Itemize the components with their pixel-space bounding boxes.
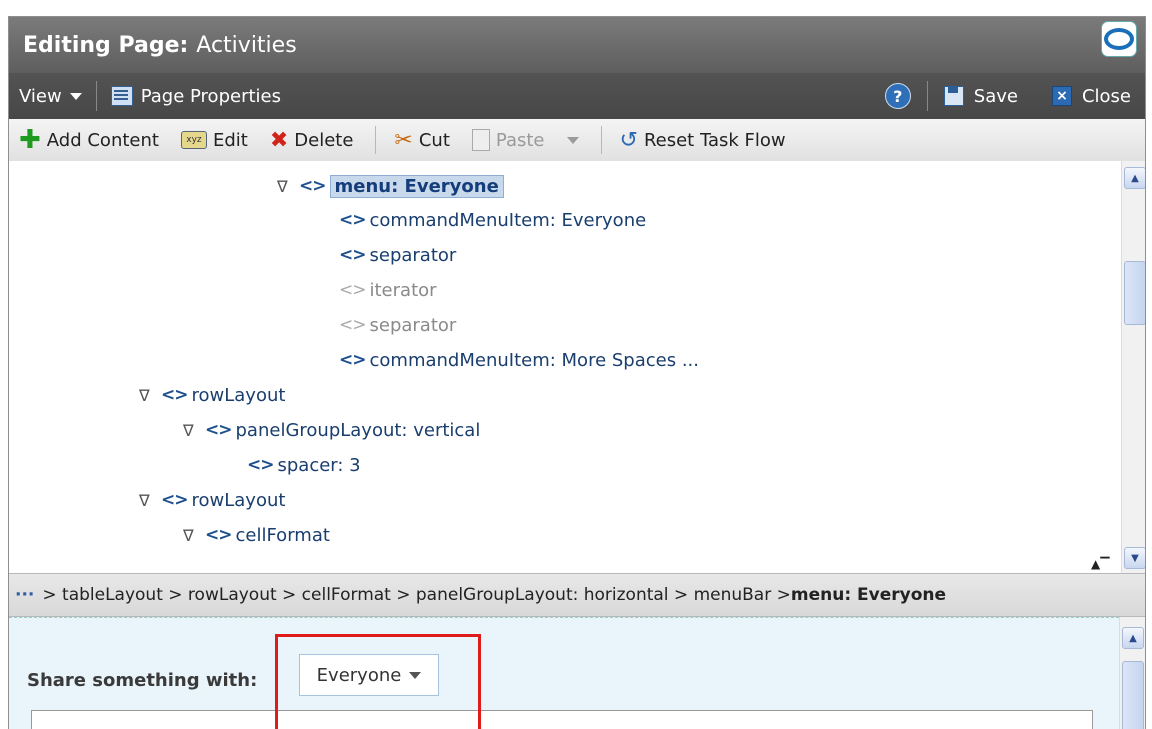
divider: [600, 126, 602, 154]
tree-node-label: iterator: [369, 279, 437, 301]
preview-pane: Share something with: Everyone: [9, 617, 1119, 729]
tree-node[interactable]: <> separator: [339, 308, 456, 342]
breadcrumb-current: menu: Everyone: [790, 585, 947, 605]
divider: [375, 126, 377, 154]
tree-node-label: commandMenuItem: Everyone: [369, 209, 647, 231]
scroll-down-icon[interactable]: ▼: [1124, 547, 1145, 569]
cut-label: Cut: [418, 129, 450, 151]
preview-scrollbar[interactable]: ▲: [1119, 617, 1145, 729]
tree-node[interactable]: ∇ <> rowLayout: [139, 483, 285, 517]
view-menu[interactable]: View: [9, 86, 82, 107]
tree-node[interactable]: <> iterator: [339, 273, 437, 307]
component-icon: <>: [161, 490, 188, 510]
component-icon: <>: [161, 385, 188, 405]
scroll-thumb[interactable]: [1122, 661, 1144, 729]
tree-node[interactable]: ∇ <> rowLayout: [139, 378, 285, 412]
title-prefix: Editing Page:: [23, 32, 189, 58]
tree-node-label: rowLayout: [191, 384, 286, 406]
tree-node[interactable]: ∇ <> panelGroupLayout: vertical: [183, 413, 480, 447]
component-icon: <>: [205, 525, 232, 545]
edit-label: Edit: [212, 129, 248, 151]
tree-node[interactable]: <> separator: [339, 238, 456, 272]
delete-button[interactable]: ✖ Delete: [270, 128, 354, 153]
editor-toolbar: ✚ Add Content xyz Edit ✖ Delete ✂ Cut Pa…: [9, 119, 1145, 162]
view-menu-label: View: [19, 85, 62, 107]
component-icon: <>: [247, 455, 274, 475]
save-button[interactable]: Save: [974, 86, 1018, 107]
expand-icon[interactable]: ∇: [183, 421, 201, 440]
share-label: Share something with:: [27, 670, 258, 691]
tree-node[interactable]: <> commandMenuItem: More Spaces ...: [339, 343, 699, 377]
divider: [926, 81, 928, 111]
close-icon: ×: [1051, 86, 1072, 106]
hidden-component-icon: <>: [339, 315, 366, 335]
divider: [95, 81, 97, 111]
breadcrumb-more-icon[interactable]: ···: [15, 585, 34, 605]
tree-node[interactable]: ∇ <> cellFormat: [183, 518, 330, 552]
tree-node-label: panelGroupLayout: vertical: [235, 419, 481, 441]
paste-label: Paste: [495, 129, 545, 151]
reset-icon: ↺: [619, 127, 638, 153]
component-tree: ∇ <> menu: Everyone <> commandMenuItem: …: [9, 161, 1121, 573]
tree-node-label: separator: [369, 244, 457, 266]
close-button[interactable]: Close: [1082, 86, 1131, 107]
breadcrumb-path[interactable]: > tableLayout > rowLayout > cellFormat >…: [42, 585, 791, 605]
edit-button[interactable]: xyz Edit: [180, 129, 248, 151]
component-icon: <>: [205, 420, 232, 440]
tree-node[interactable]: ∇ <> menu: Everyone: [277, 169, 504, 203]
component-icon: <>: [339, 350, 366, 370]
tree-node-label: menu: Everyone: [329, 174, 504, 198]
pane-splitter-icon[interactable]: ▲▔: [1091, 557, 1121, 573]
paste-icon: [471, 129, 490, 151]
delete-label: Delete: [294, 129, 354, 151]
tree-node-label: commandMenuItem: More Spaces ...: [369, 349, 699, 371]
chevron-down-icon[interactable]: [566, 136, 579, 144]
view-bar: View Page Properties ? Save × Close: [9, 73, 1145, 119]
expand-icon[interactable]: ∇: [139, 491, 157, 510]
tree-node-label: cellFormat: [235, 524, 330, 546]
cut-button[interactable]: ✂ Cut: [394, 128, 449, 153]
save-icon: [943, 86, 964, 106]
delete-icon: ✖: [269, 127, 289, 153]
tree-node[interactable]: <> commandMenuItem: Everyone: [339, 203, 646, 237]
expand-icon[interactable]: ∇: [277, 177, 295, 196]
reset-task-flow-label: Reset Task Flow: [643, 129, 786, 151]
edit-icon: xyz: [180, 131, 207, 149]
plus-icon: ✚: [19, 125, 41, 155]
oracle-logo-icon: [1101, 21, 1137, 57]
add-content-label: Add Content: [46, 129, 159, 151]
tree-node-label: separator: [369, 314, 457, 336]
hidden-component-icon: <>: [339, 280, 366, 300]
page-properties-icon: [110, 86, 133, 106]
chevron-down-icon: [69, 92, 82, 100]
page-title: Activities: [196, 32, 297, 58]
share-text-area[interactable]: [31, 710, 1093, 729]
scroll-thumb[interactable]: [1124, 261, 1145, 325]
add-content-button[interactable]: ✚ Add Content: [19, 125, 159, 155]
component-icon: <>: [339, 210, 366, 230]
scroll-up-icon[interactable]: ▲: [1124, 167, 1145, 189]
scroll-up-icon[interactable]: ▲: [1122, 627, 1144, 649]
page-editor-window: Editing Page: Activities View Page Prope…: [8, 16, 1146, 729]
expand-icon[interactable]: ∇: [139, 386, 157, 405]
reset-task-flow-button[interactable]: ↺ Reset Task Flow: [620, 128, 786, 153]
expand-icon[interactable]: ∇: [183, 526, 201, 545]
tree-node[interactable]: <> spacer: 3: [247, 448, 361, 482]
paste-button[interactable]: Paste: [471, 129, 579, 151]
title-bar: Editing Page: Activities: [9, 17, 1145, 73]
page-properties-label: Page Properties: [140, 85, 281, 107]
scissors-icon: ✂: [394, 127, 413, 153]
component-icon: <>: [339, 245, 366, 265]
page-properties-button[interactable]: Page Properties: [110, 85, 281, 107]
component-icon: <>: [299, 176, 326, 196]
help-icon[interactable]: ?: [884, 83, 911, 109]
tree-scrollbar[interactable]: ▲ ▼: [1121, 161, 1145, 573]
tree-node-label: rowLayout: [191, 489, 286, 511]
tree-node-label: spacer: 3: [277, 454, 361, 476]
breadcrumb: ··· > tableLayout > rowLayout > cellForm…: [9, 573, 1145, 617]
